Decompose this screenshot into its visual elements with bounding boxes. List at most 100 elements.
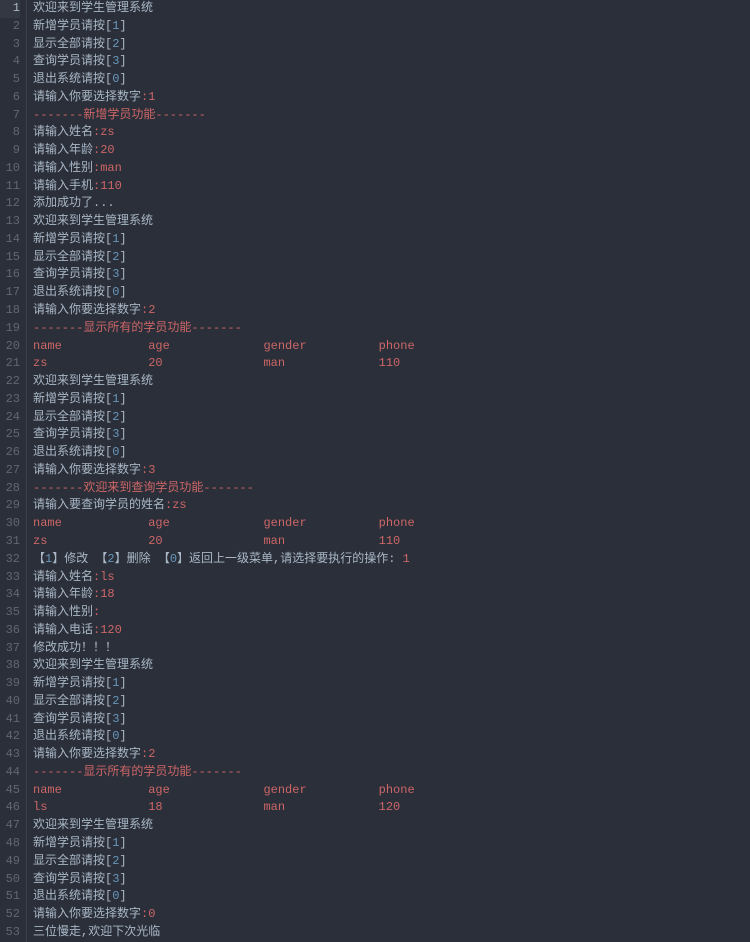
code-line: 查询学员请按[3] xyxy=(33,53,750,71)
line-number: 34 xyxy=(0,586,20,604)
line-number: 25 xyxy=(0,426,20,444)
code-line: 请输入手机:110 xyxy=(33,178,750,196)
code-line: 欢迎来到学生管理系统 xyxy=(33,0,750,18)
code-line: 新增学员请按[1] xyxy=(33,231,750,249)
line-number: 21 xyxy=(0,355,20,373)
token-red: :20 xyxy=(93,143,115,157)
token-red: ls 18 man 120 xyxy=(33,800,400,814)
token-red: -------欢迎来到查询学员功能------- xyxy=(33,481,254,495)
token-plain: 请输入你要选择数字 xyxy=(33,463,141,477)
code-line: 请输入性别: xyxy=(33,604,750,622)
line-number: 27 xyxy=(0,462,20,480)
code-line: 退出系统请按[0] xyxy=(33,284,750,302)
token-brace: ] xyxy=(119,250,126,264)
token-plain: 新增学员请按 xyxy=(33,836,105,850)
code-line: zs 20 man 110 xyxy=(33,355,750,373)
code-line: 查询学员请按[3] xyxy=(33,266,750,284)
line-number: 36 xyxy=(0,622,20,640)
token-plain: 请输入性别 xyxy=(33,161,93,175)
line-number: 32 xyxy=(0,551,20,569)
token-plain: 请输入性别 xyxy=(33,605,93,619)
token-plain: 请输入手机 xyxy=(33,179,93,193)
token-plain: 显示全部请按 xyxy=(33,694,105,708)
code-content[interactable]: 欢迎来到学生管理系统新增学员请按[1]显示全部请按[2]查询学员请按[3]退出系… xyxy=(26,0,750,942)
token-red: :2 xyxy=(141,303,155,317)
token-plain: 请输入你要选择数字 xyxy=(33,90,141,104)
line-number: 14 xyxy=(0,231,20,249)
token-brace: ] xyxy=(119,712,126,726)
code-line: 欢迎来到学生管理系统 xyxy=(33,213,750,231)
token-red: : xyxy=(93,605,100,619)
line-number: 13 xyxy=(0,213,20,231)
code-line: 请输入姓名:zs xyxy=(33,124,750,142)
code-line: 退出系统请按[0] xyxy=(33,444,750,462)
token-red: :1 xyxy=(141,90,155,104)
code-line: 欢迎来到学生管理系统 xyxy=(33,817,750,835)
token-plain: 】返回上一级菜单,请选择要执行的操作: xyxy=(177,552,395,566)
code-line: 查询学员请按[3] xyxy=(33,426,750,444)
line-number: 23 xyxy=(0,391,20,409)
line-number: 3 xyxy=(0,36,20,54)
line-number: 33 xyxy=(0,569,20,587)
token-plain: 欢迎来到学生管理系统 xyxy=(33,818,153,832)
line-number: 12 xyxy=(0,195,20,213)
line-number: 30 xyxy=(0,515,20,533)
code-line: -------新增学员功能------- xyxy=(33,107,750,125)
token-plain: 请输入姓名 xyxy=(33,570,93,584)
code-line: 查询学员请按[3] xyxy=(33,871,750,889)
code-line: 请输入年龄:20 xyxy=(33,142,750,160)
line-number: 8 xyxy=(0,124,20,142)
token-plain: 请输入姓名 xyxy=(33,125,93,139)
code-line: 添加成功了... xyxy=(33,195,750,213)
token-num: 2 xyxy=(107,552,114,566)
token-plain: 查询学员请按 xyxy=(33,712,105,726)
line-number: 42 xyxy=(0,728,20,746)
line-number: 1 xyxy=(0,0,20,18)
token-red: :2 xyxy=(141,747,155,761)
token-brace: ] xyxy=(119,232,126,246)
line-number: 38 xyxy=(0,657,20,675)
code-line: 请输入要查询学员的姓名:zs xyxy=(33,497,750,515)
token-plain: 请输入你要选择数字 xyxy=(33,907,141,921)
token-red: :ls xyxy=(93,570,115,584)
code-editor[interactable]: 1234567891011121314151617181920212223242… xyxy=(0,0,750,942)
token-red: name age gender phone xyxy=(33,783,415,797)
code-line: 显示全部请按[2] xyxy=(33,409,750,427)
line-number: 52 xyxy=(0,906,20,924)
token-plain: 】修改 【 xyxy=(52,552,107,566)
token-brace: ] xyxy=(119,427,126,441)
line-number: 31 xyxy=(0,533,20,551)
code-line: 请输入你要选择数字:2 xyxy=(33,302,750,320)
code-line: 请输入你要选择数字:3 xyxy=(33,462,750,480)
token-plain: 欢迎来到学生管理系统 xyxy=(33,214,153,228)
code-line: 新增学员请按[1] xyxy=(33,835,750,853)
code-line: 显示全部请按[2] xyxy=(33,693,750,711)
token-red: zs 20 man 110 xyxy=(33,356,400,370)
token-plain: 欢迎来到学生管理系统 xyxy=(33,1,153,15)
token-red: :18 xyxy=(93,587,115,601)
line-number: 11 xyxy=(0,178,20,196)
token-plain: 新增学员请按 xyxy=(33,19,105,33)
token-plain: 请输入电话 xyxy=(33,623,93,637)
code-line: zs 20 man 110 xyxy=(33,533,750,551)
code-line: 显示全部请按[2] xyxy=(33,36,750,54)
line-number: 20 xyxy=(0,338,20,356)
line-number: 40 xyxy=(0,693,20,711)
line-number: 6 xyxy=(0,89,20,107)
token-plain: 添加成功了... xyxy=(33,196,115,210)
token-plain: 显示全部请按 xyxy=(33,410,105,424)
code-line: 欢迎来到学生管理系统 xyxy=(33,373,750,391)
line-number: 24 xyxy=(0,409,20,427)
token-red: -------显示所有的学员功能------- xyxy=(33,321,242,335)
token-red: name age gender phone xyxy=(33,516,415,530)
token-red: 1 xyxy=(395,552,409,566)
line-number: 19 xyxy=(0,320,20,338)
token-brace: ] xyxy=(119,410,126,424)
token-brace: ] xyxy=(119,19,126,33)
token-brace: ] xyxy=(119,445,126,459)
line-number: 48 xyxy=(0,835,20,853)
token-plain: 请输入你要选择数字 xyxy=(33,303,141,317)
token-plain: 显示全部请按 xyxy=(33,37,105,51)
code-line: -------欢迎来到查询学员功能------- xyxy=(33,480,750,498)
code-line: 退出系统请按[0] xyxy=(33,71,750,89)
